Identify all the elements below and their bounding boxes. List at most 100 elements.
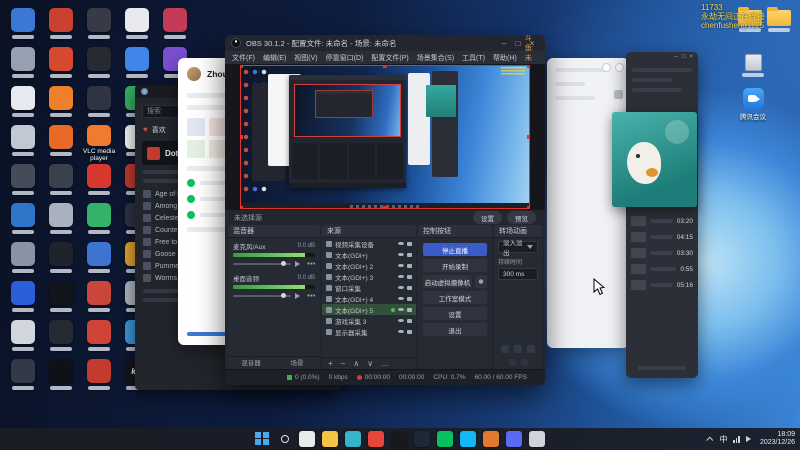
selection-handle[interactable] (240, 206, 243, 209)
desktop-icon[interactable] (118, 45, 156, 84)
desktop-icon[interactable] (42, 6, 80, 45)
visibility-eye-icon[interactable] (398, 318, 404, 323)
desktop-icon[interactable] (4, 279, 42, 318)
duration-spinbox[interactable]: 300 ms (498, 268, 538, 280)
desktop-icon[interactable] (4, 6, 42, 45)
network-icon[interactable] (733, 435, 740, 443)
menu-item[interactable]: 工具(T) (462, 53, 485, 63)
source-row[interactable]: 文本(GDI+) 5 (322, 304, 416, 315)
speaker-icon[interactable] (295, 292, 303, 299)
source-row[interactable]: 视频采集设备 (322, 238, 416, 249)
sources-toolbar-button[interactable]: ∨ (367, 359, 373, 368)
taskbar-app-icon[interactable] (299, 431, 315, 447)
lock-icon[interactable] (407, 307, 412, 312)
taskbar-app-icon[interactable] (483, 431, 499, 447)
visibility-eye-icon[interactable] (398, 274, 404, 279)
source-selection-outline[interactable] (240, 65, 530, 209)
source-row[interactable]: 游戏采集 3 (322, 315, 416, 326)
visibility-eye-icon[interactable] (398, 263, 404, 268)
selection-handle[interactable] (240, 65, 243, 68)
visibility-eye-icon[interactable] (398, 329, 404, 334)
control-button[interactable]: 工作室模式 (423, 291, 487, 304)
clip-row[interactable]: 03:20 (631, 216, 693, 226)
lock-icon[interactable] (407, 274, 412, 279)
window-button[interactable]: – (675, 54, 678, 60)
clip-row[interactable]: 03:30 (631, 248, 693, 258)
avatar[interactable] (187, 67, 201, 81)
visibility-eye-icon[interactable] (398, 296, 404, 301)
tool-icon[interactable] (614, 90, 623, 99)
lock-icon[interactable] (407, 329, 412, 334)
selection-handle[interactable] (383, 65, 387, 68)
desktop-icon[interactable] (42, 240, 80, 279)
search-icon[interactable] (277, 432, 292, 447)
desktop-icon[interactable] (80, 240, 118, 279)
sources-toolbar-button[interactable]: − (341, 359, 346, 368)
preview-chip-button[interactable]: 预览 (507, 211, 536, 224)
start-button[interactable] (255, 431, 270, 447)
more-options-icon[interactable] (307, 294, 315, 297)
taskbar-app-icon[interactable] (460, 431, 476, 447)
visibility-eye-icon[interactable] (398, 252, 404, 257)
more-options-icon[interactable] (307, 262, 315, 265)
ime-indicator[interactable]: 中 (719, 434, 727, 445)
sources-toolbar-button[interactable]: + (328, 359, 333, 368)
desktop-icon[interactable] (42, 45, 80, 84)
desktop-icon[interactable] (118, 6, 156, 45)
desktop-icon[interactable] (4, 201, 42, 240)
control-button[interactable]: 开始录制 (423, 259, 487, 272)
menu-item[interactable]: 配置文件(P) (371, 53, 408, 63)
source-row[interactable]: 文本(GDI+) 3 (322, 271, 416, 282)
menu-item[interactable]: 文件(F) (232, 53, 255, 63)
sources-toolbar-button[interactable]: … (381, 359, 389, 368)
source-row[interactable]: 显示器采集 (322, 326, 416, 337)
source-row[interactable]: 文本(GDI+) 4 (322, 293, 416, 304)
tray-chevron-up-icon[interactable] (706, 436, 714, 444)
taskbar-app-icon[interactable] (529, 431, 545, 447)
lock-icon[interactable] (407, 252, 412, 257)
desktop-icon[interactable] (42, 84, 80, 123)
control-button[interactable]: 设置 (423, 307, 487, 320)
virtual-camera-settings-gear-icon[interactable] (475, 275, 487, 288)
desktop-icon[interactable] (4, 318, 42, 357)
source-row[interactable]: 文本(GDI+) (322, 249, 416, 260)
visibility-eye-icon[interactable] (398, 307, 404, 312)
control-button[interactable]: 退出 (423, 323, 487, 336)
obs-titlebar[interactable]: OBS 30.1.2 - 配置文件: 未命名 - 场景: 未命名 – □ × (225, 35, 545, 51)
sources-toolbar-button[interactable]: ∧ (353, 359, 359, 368)
desktop-icon[interactable]: VLC media player (80, 123, 118, 162)
chat-icon[interactable] (514, 345, 522, 353)
taskbar-clock[interactable]: 18:09 2023/12/26 (760, 431, 795, 448)
control-button[interactable]: 启动虚拟摄像机 (423, 275, 472, 288)
taskbar-app-icon[interactable] (414, 431, 430, 447)
taskbar-app-icon[interactable] (345, 431, 361, 447)
desktop-icon-tencent-meeting[interactable]: 腾讯会议 (738, 88, 768, 121)
source-row[interactable]: 文本(GDI+) 2 (322, 260, 416, 271)
taskbar-app-icon[interactable] (391, 431, 407, 447)
clip-row[interactable]: 05:16 (631, 280, 693, 290)
desktop-icon[interactable] (80, 162, 118, 201)
desktop-icon[interactable] (42, 162, 80, 201)
transition-select[interactable]: 淡入淡出 (498, 240, 538, 257)
selection-handle[interactable] (527, 65, 530, 68)
window-button[interactable]: × (689, 54, 693, 60)
tool-icon[interactable] (520, 359, 528, 366)
desktop-icon[interactable] (4, 123, 42, 162)
lock-icon[interactable] (407, 263, 412, 268)
desktop-icon[interactable] (80, 45, 118, 84)
window-button[interactable]: – (497, 39, 511, 48)
desktop-icon[interactable] (42, 357, 80, 396)
desktop-icon[interactable] (80, 201, 118, 240)
lock-icon[interactable] (407, 285, 412, 290)
desktop-icon[interactable] (156, 6, 194, 45)
volume-icon[interactable] (745, 436, 754, 442)
window-button[interactable]: □ (682, 54, 686, 60)
desktop-icon[interactable] (80, 84, 118, 123)
selection-handle[interactable] (527, 135, 530, 139)
picture-window[interactable] (612, 112, 697, 207)
desktop-icon[interactable] (42, 123, 80, 162)
taskbar-app-icon[interactable] (368, 431, 384, 447)
desktop-icon-folder[interactable] (764, 6, 794, 32)
menu-item[interactable]: 编辑(E) (263, 53, 286, 63)
speaker-icon[interactable] (295, 260, 303, 267)
